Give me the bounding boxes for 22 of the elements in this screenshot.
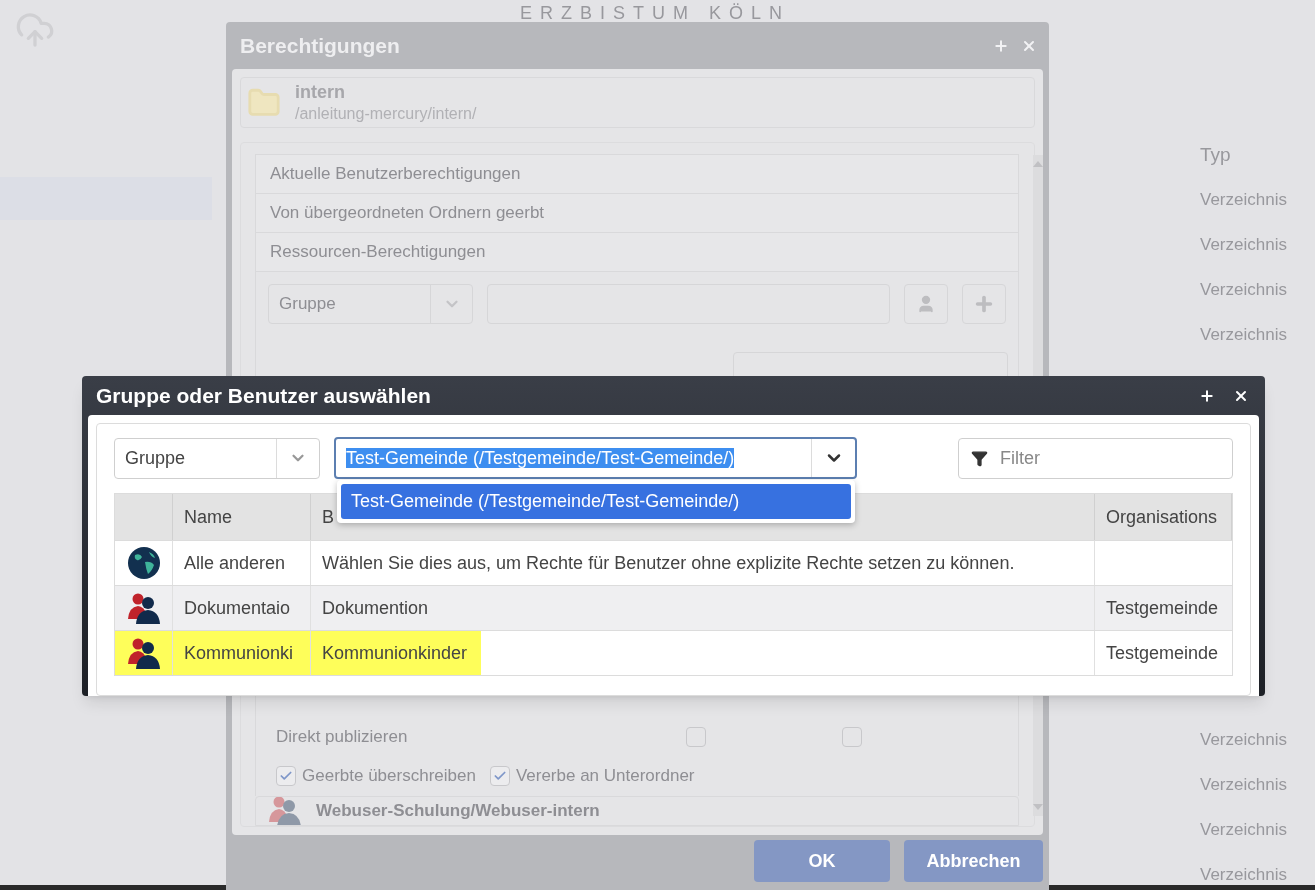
type-cell-text: Verzeichnis [1200, 774, 1287, 796]
group-entry: Webuser-Schulung/Webuser-intern [255, 796, 1019, 826]
table-cell: Kommunionkinder [311, 631, 482, 675]
logo-text: ERZBISTUM KÖLN [520, 2, 791, 25]
type-cell-text: Verzeichnis [1200, 234, 1287, 256]
type-cell-text: Verzeichnis [1200, 819, 1287, 841]
permission-label: Direkt publizieren [276, 726, 409, 749]
table-cell: Kommunionki [173, 631, 311, 675]
table-cell-text: Dokumention [321, 596, 430, 620]
checkbox-label: Geerbte überschreiben [302, 765, 476, 788]
resource-name: intern [295, 81, 346, 104]
type-cell-text: Verzeichnis [1200, 189, 1287, 211]
type-cell-text: Verzeichnis [1200, 324, 1287, 346]
type-cell-text: Verzeichnis [1200, 279, 1287, 301]
table-cell-text: Wählen Sie dies aus, um Rechte für Benutzer ohne explizite Rechte setzen zu können. [321, 551, 1016, 575]
dialog-title: Gruppe oder Benutzer auswählen [96, 382, 431, 409]
column-header: Typ [1200, 143, 1232, 167]
checkbox-label: Vererbe an Unterordner [515, 765, 695, 788]
type-cell-text: Verzeichnis [1200, 729, 1287, 751]
type-cell-text: Verzeichnis [1200, 864, 1287, 886]
table-cell-text: Testgemeinde [1105, 596, 1220, 620]
table-cell-text: Testgemeinde [1105, 641, 1220, 665]
